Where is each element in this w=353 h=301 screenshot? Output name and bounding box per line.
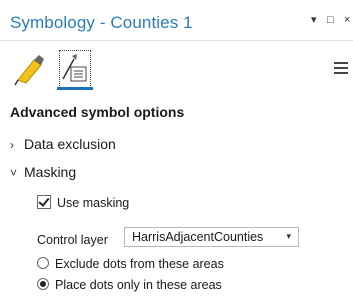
data-exclusion-label: Data exclusion <box>24 136 116 152</box>
exclude-dots-label: Exclude dots from these areas <box>55 257 224 271</box>
exclude-dots-radio[interactable] <box>37 257 49 269</box>
pane-title-bar: Symbology - Counties 1 ▾ □ × <box>0 0 353 40</box>
chevron-down-icon: ˅ <box>10 166 18 180</box>
tab-advanced-symbol-options[interactable] <box>57 50 93 90</box>
hamburger-menu-icon[interactable] <box>334 62 348 74</box>
control-layer-label: Control layer <box>37 233 108 247</box>
dropdown-arrow-icon: ▾ <box>286 231 291 241</box>
symbol-options-icon <box>62 54 87 82</box>
data-exclusion-expander[interactable]: › Data exclusion <box>10 136 116 152</box>
chevron-right-icon: › <box>10 138 14 152</box>
control-layer-value: HarrisAdjacentCounties <box>132 230 264 244</box>
use-masking-label: Use masking <box>57 196 130 210</box>
masking-expander[interactable]: ˅ Masking <box>10 164 76 180</box>
maximize-button[interactable]: □ <box>327 15 334 26</box>
checkmark-icon <box>38 195 50 207</box>
close-button[interactable]: × <box>344 15 350 26</box>
symbology-pane: Symbology - Counties 1 ▾ □ × Advanced sy… <box>0 0 353 301</box>
pane-options-dropdown[interactable]: ▾ <box>311 15 317 26</box>
tab-primary-symbology[interactable] <box>14 50 46 88</box>
use-masking-checkbox-row[interactable]: Use masking <box>37 195 129 210</box>
exclude-dots-radio-row[interactable]: Exclude dots from these areas <box>37 257 224 271</box>
title-divider <box>0 40 353 41</box>
use-masking-checkbox[interactable] <box>37 195 51 209</box>
masking-label: Masking <box>24 164 77 180</box>
active-tab-indicator <box>57 87 93 90</box>
radio-selected-dot <box>40 281 46 287</box>
section-heading: Advanced symbol options <box>10 104 185 120</box>
control-layer-dropdown[interactable]: HarrisAdjacentCounties ▾ <box>124 227 299 247</box>
place-dots-label: Place dots only in these areas <box>55 278 222 292</box>
pane-title: Symbology - Counties 1 <box>10 13 193 32</box>
place-dots-radio-row[interactable]: Place dots only in these areas <box>37 278 222 292</box>
paintbrush-icon <box>14 55 44 86</box>
place-dots-radio[interactable] <box>37 278 49 290</box>
